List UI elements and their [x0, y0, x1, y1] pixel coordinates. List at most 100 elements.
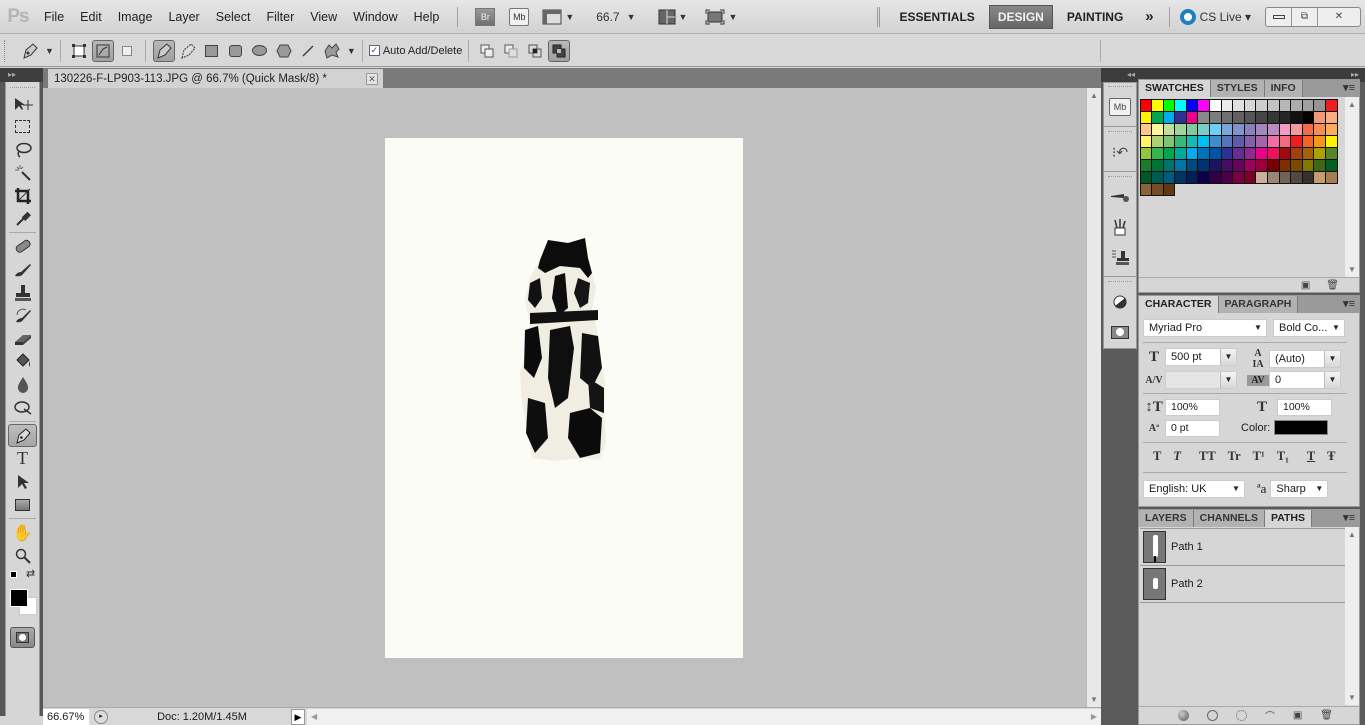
scroll-down-icon[interactable]: ▼	[1345, 262, 1359, 277]
blur-tool[interactable]	[6, 373, 39, 396]
bridge-button[interactable]: Br	[475, 7, 496, 26]
tab-paths[interactable]: PATHS	[1264, 510, 1313, 527]
clone-stamp-tool[interactable]	[6, 281, 39, 304]
arrange-documents-dropdown[interactable]: ▼	[658, 9, 687, 25]
mini-bridge-panel-button[interactable]: Mb	[1104, 92, 1136, 122]
chevron-down-icon[interactable]: ▼	[1220, 372, 1236, 388]
toolbox-collapse-icon[interactable]: ▸▸	[0, 68, 43, 82]
scroll-left-icon[interactable]: ◀	[311, 709, 317, 725]
scroll-up-icon[interactable]: ▲	[1345, 527, 1359, 542]
menu-window[interactable]: Window	[345, 10, 405, 24]
collapse-dock-icon[interactable]: ◂◂	[1127, 70, 1135, 79]
workspace-design[interactable]: DESIGN	[988, 4, 1053, 29]
document-canvas[interactable]	[385, 138, 743, 658]
language-select[interactable]: English: UK ▼	[1143, 480, 1245, 498]
delete-swatch-icon[interactable]: 🗑	[1326, 280, 1339, 291]
path-row-1[interactable]: Path 1	[1140, 529, 1345, 566]
vertical-scale-field[interactable]: 100%	[1165, 399, 1220, 416]
magic-wand-tool[interactable]	[6, 161, 39, 184]
chevron-down-icon[interactable]: ▼	[45, 46, 54, 56]
masks-panel-button[interactable]	[1104, 317, 1136, 347]
path-row-2[interactable]: Path 2	[1140, 566, 1345, 603]
small-caps-button[interactable]: Tr	[1228, 449, 1241, 464]
strikethrough-button[interactable]: Ŧ	[1327, 449, 1335, 464]
faux-bold-button[interactable]: T	[1153, 449, 1161, 464]
menu-file[interactable]: File	[36, 10, 72, 24]
baseline-shift-field[interactable]: 0 pt	[1165, 420, 1220, 437]
stroke-path-icon[interactable]	[1206, 710, 1218, 721]
menu-select[interactable]: Select	[208, 10, 259, 24]
marquee-tool[interactable]	[6, 115, 39, 138]
freeform-pen-button[interactable]	[177, 40, 199, 62]
panel-menu-icon[interactable]: ▾≡	[1343, 81, 1355, 94]
dodge-tool[interactable]	[6, 396, 39, 419]
status-info-icon[interactable]: ▸	[94, 709, 108, 724]
pen-tool-button[interactable]	[152, 39, 175, 62]
screen-mode-dropdown[interactable]: ▼	[705, 9, 737, 25]
healing-brush-tool[interactable]	[6, 235, 39, 258]
hand-tool[interactable]: ✋	[6, 521, 39, 544]
cs-live-button[interactable]: CS Live ▾	[1179, 8, 1251, 25]
tab-info[interactable]: INFO	[1264, 80, 1303, 97]
menu-image[interactable]: Image	[110, 10, 161, 24]
shape-layers-button[interactable]	[68, 40, 90, 62]
close-tab-icon[interactable]: ✕	[366, 72, 378, 85]
panel-menu-icon[interactable]: ▾≡	[1343, 297, 1355, 310]
path-selection-tool[interactable]	[6, 470, 39, 493]
swap-colors-icon[interactable]: ⇄	[26, 567, 35, 580]
kerning-field[interactable]: ▼	[1165, 371, 1237, 389]
close-button[interactable]: ✕	[1318, 8, 1360, 26]
fill-path-icon[interactable]	[1177, 710, 1189, 721]
scroll-down-icon[interactable]: ▼	[1345, 690, 1359, 705]
tab-paragraph[interactable]: PARAGRAPH	[1218, 296, 1299, 313]
document-tab[interactable]: 130226-F-LP903-113.JPG @ 66.7% (Quick Ma…	[48, 69, 383, 88]
vertical-scrollbar[interactable]: ▲ ▼	[1086, 88, 1101, 707]
chevron-down-icon[interactable]: ▼	[1220, 349, 1236, 365]
eraser-tool[interactable]	[6, 327, 39, 350]
tab-layers[interactable]: LAYERS	[1139, 510, 1194, 527]
canvas-area[interactable]	[43, 88, 1086, 707]
rounded-rectangle-button[interactable]	[225, 40, 247, 62]
pen-tool[interactable]	[8, 424, 37, 447]
all-caps-button[interactable]: TT	[1199, 449, 1216, 464]
status-menu-arrow[interactable]: ▶	[291, 708, 305, 725]
options-bar-grip[interactable]	[4, 39, 8, 62]
fill-pixels-button[interactable]	[116, 40, 138, 62]
history-panel-button[interactable]: ⁝↶	[1104, 137, 1136, 167]
custom-shape-button[interactable]	[321, 40, 343, 62]
zoom-tool[interactable]	[6, 544, 39, 567]
load-as-selection-icon[interactable]	[1235, 710, 1247, 721]
scroll-up-icon[interactable]: ▲	[1345, 97, 1359, 112]
crop-tool[interactable]	[6, 184, 39, 207]
expand-dock-icon[interactable]: ▸▸	[1351, 70, 1359, 79]
lasso-tool[interactable]	[6, 138, 39, 161]
menu-layer[interactable]: Layer	[160, 10, 207, 24]
paint-bucket-tool[interactable]	[6, 350, 39, 373]
underline-button[interactable]: T	[1307, 449, 1315, 464]
auto-add-delete-checkbox[interactable]: ✓ Auto Add/Delete	[368, 45, 462, 57]
swatch[interactable]	[1325, 170, 1338, 184]
swatch[interactable]	[1162, 182, 1176, 196]
font-size-field[interactable]: 500 pt ▼	[1165, 348, 1237, 366]
tab-character[interactable]: CHARACTER	[1139, 296, 1219, 313]
more-workspaces-icon[interactable]: »	[1137, 4, 1161, 29]
toolbox-grip[interactable]	[10, 82, 35, 88]
zoom-percentage-field[interactable]: 66.67%	[43, 708, 89, 725]
restore-button[interactable]: ⧉	[1292, 7, 1318, 26]
tab-swatches[interactable]: SWATCHES	[1139, 80, 1211, 97]
scroll-down-icon[interactable]: ▼	[1087, 692, 1101, 707]
brush-tool[interactable]	[6, 258, 39, 281]
rectangle-shape-button[interactable]	[201, 40, 223, 62]
menu-help[interactable]: Help	[406, 10, 448, 24]
swatches-scrollbar[interactable]: ▲ ▼	[1345, 97, 1359, 277]
menu-view[interactable]: View	[302, 10, 345, 24]
combine-shapes-button[interactable]	[476, 40, 498, 62]
zoom-dropdown-icon[interactable]: ▼	[627, 12, 636, 22]
horizontal-scale-field[interactable]: 100%	[1277, 399, 1332, 416]
eyedropper-tool[interactable]	[6, 207, 39, 230]
default-colors-icon[interactable]	[10, 571, 17, 578]
scroll-right-icon[interactable]: ▶	[1091, 709, 1097, 725]
move-tool[interactable]	[6, 92, 39, 115]
type-tool[interactable]: T	[6, 447, 39, 470]
ellipse-button[interactable]	[249, 40, 271, 62]
